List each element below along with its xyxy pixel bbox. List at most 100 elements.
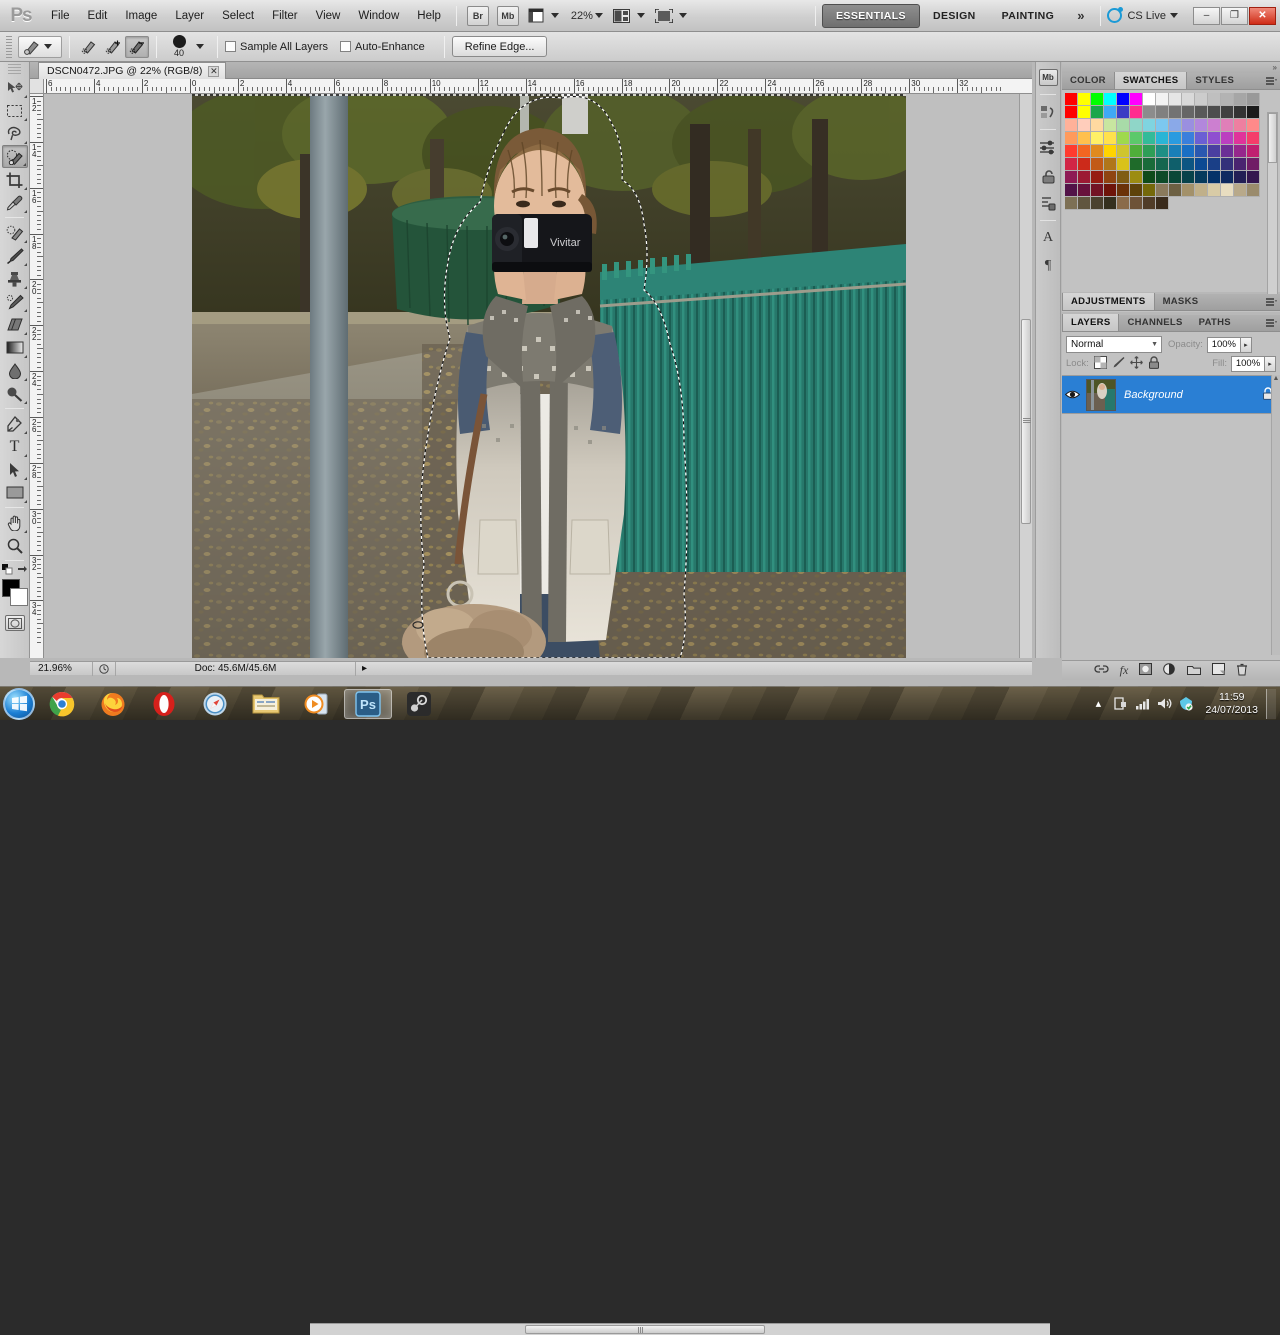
adjustments-panel-menu-icon[interactable] bbox=[1265, 293, 1277, 310]
lock-all-icon[interactable] bbox=[1148, 355, 1160, 372]
move-tool[interactable] bbox=[2, 76, 28, 99]
clone-stamp-tool[interactable] bbox=[2, 267, 28, 290]
lock-transparent-pixels-icon[interactable] bbox=[1093, 355, 1107, 372]
color-swatch[interactable] bbox=[1208, 184, 1221, 197]
eraser-tool[interactable] bbox=[2, 313, 28, 336]
taskbar-safari[interactable] bbox=[191, 689, 239, 719]
color-swatch[interactable] bbox=[1234, 158, 1247, 171]
new-layer-button[interactable] bbox=[1212, 663, 1226, 678]
layer-style-button[interactable]: fx bbox=[1120, 663, 1129, 678]
quick-mask-mode-button[interactable] bbox=[4, 615, 25, 631]
color-swatch[interactable] bbox=[1065, 93, 1078, 106]
color-swatch[interactable] bbox=[1195, 106, 1208, 119]
color-swatch[interactable] bbox=[1208, 93, 1221, 106]
action-center-icon[interactable] bbox=[1109, 696, 1131, 711]
color-swatch[interactable] bbox=[1130, 184, 1143, 197]
menu-view[interactable]: View bbox=[307, 1, 350, 31]
masks-icon[interactable] bbox=[1036, 162, 1060, 188]
color-swatch[interactable] bbox=[1091, 119, 1104, 132]
color-swatch[interactable] bbox=[1130, 145, 1143, 158]
sample-all-layers-checkbox[interactable]: Sample All Layers bbox=[225, 40, 328, 53]
adjustment-layer-button[interactable] bbox=[1163, 663, 1176, 678]
character-icon[interactable]: A bbox=[1036, 225, 1060, 251]
color-swatch[interactable] bbox=[1234, 132, 1247, 145]
auto-enhance-checkbox[interactable]: Auto-Enhance bbox=[340, 40, 425, 53]
tool-preset-picker[interactable] bbox=[18, 35, 62, 58]
color-swatch[interactable] bbox=[1117, 158, 1130, 171]
color-swatch[interactable] bbox=[1182, 106, 1195, 119]
color-swatch[interactable] bbox=[1156, 119, 1169, 132]
color-swatch[interactable] bbox=[1247, 171, 1260, 184]
color-swatch[interactable] bbox=[1065, 158, 1078, 171]
color-swatch[interactable] bbox=[1104, 158, 1117, 171]
color-swatch[interactable] bbox=[1078, 106, 1091, 119]
type-tool-flyout-icon[interactable] bbox=[23, 454, 27, 457]
new-selection-mode-button[interactable] bbox=[77, 36, 101, 58]
arrange-chevron-down-icon[interactable] bbox=[636, 13, 645, 18]
fill-stepper[interactable]: ▸ bbox=[1265, 355, 1276, 372]
color-swatch[interactable] bbox=[1221, 93, 1234, 106]
color-swatch[interactable] bbox=[1195, 93, 1208, 106]
layers-panel-menu-icon[interactable] bbox=[1265, 314, 1277, 331]
color-swatch[interactable] bbox=[1078, 132, 1091, 145]
horizontal-type-tool[interactable]: T bbox=[2, 435, 28, 458]
adjustments-icon[interactable] bbox=[1036, 134, 1060, 160]
crop-tool-flyout-icon[interactable] bbox=[23, 187, 27, 190]
color-swatch[interactable] bbox=[1234, 106, 1247, 119]
color-swatch[interactable] bbox=[1078, 197, 1091, 210]
menu-select[interactable]: Select bbox=[213, 1, 263, 31]
color-swatch[interactable] bbox=[1182, 132, 1195, 145]
color-swatch[interactable] bbox=[1143, 93, 1156, 106]
color-swatch[interactable] bbox=[1169, 119, 1182, 132]
color-swatch[interactable] bbox=[1104, 132, 1117, 145]
color-swatch[interactable] bbox=[1234, 145, 1247, 158]
menu-file[interactable]: File bbox=[42, 1, 79, 31]
dodge-tool[interactable] bbox=[2, 382, 28, 405]
close-document-icon[interactable]: ✕ bbox=[208, 65, 220, 77]
color-swatch[interactable] bbox=[1156, 145, 1169, 158]
status-zoom-value[interactable]: 21.96% bbox=[30, 663, 92, 674]
taskbar-windows-explorer[interactable] bbox=[242, 689, 290, 719]
screen-mode-chevron-down-icon[interactable] bbox=[678, 13, 687, 18]
color-swatch[interactable] bbox=[1104, 171, 1117, 184]
color-swatch[interactable] bbox=[1130, 93, 1143, 106]
color-swatch[interactable] bbox=[1065, 184, 1078, 197]
color-swatch[interactable] bbox=[1117, 93, 1130, 106]
layer-mask-button[interactable] bbox=[1139, 663, 1153, 678]
options-bar-grip[interactable] bbox=[6, 35, 12, 58]
color-swatch[interactable] bbox=[1182, 93, 1195, 106]
horizontal-scrollbar-thumb[interactable] bbox=[525, 1325, 765, 1334]
layer-name[interactable]: Background bbox=[1124, 389, 1183, 401]
cs-live-button[interactable]: CS Live bbox=[1107, 7, 1184, 23]
tab-adjustments[interactable]: ADJUSTMENTS bbox=[1062, 293, 1155, 310]
color-swatch[interactable] bbox=[1104, 106, 1117, 119]
collapse-panels-icon[interactable]: » bbox=[1273, 63, 1277, 72]
color-swatch[interactable] bbox=[1091, 158, 1104, 171]
antivirus-icon[interactable] bbox=[1175, 696, 1197, 711]
dodge-tool-flyout-icon[interactable] bbox=[23, 401, 27, 404]
color-swatches[interactable] bbox=[1, 579, 28, 609]
color-swatch[interactable] bbox=[1130, 106, 1143, 119]
blend-mode-select[interactable]: Normal ▼ bbox=[1066, 336, 1162, 353]
taskbar-opera[interactable] bbox=[140, 689, 188, 719]
taskbar-google-chrome[interactable] bbox=[38, 689, 86, 719]
menu-filter[interactable]: Filter bbox=[263, 1, 307, 31]
color-swatch[interactable] bbox=[1104, 119, 1117, 132]
canvas-vertical-scrollbar[interactable] bbox=[1019, 94, 1032, 658]
timing-icon[interactable] bbox=[92, 661, 115, 676]
gradient-tool-flyout-icon[interactable] bbox=[23, 355, 27, 358]
shape-tool-flyout-icon[interactable] bbox=[23, 500, 27, 503]
zoom-chevron-down-icon[interactable] bbox=[594, 13, 603, 18]
lasso-tool-flyout-icon[interactable] bbox=[23, 141, 27, 144]
screen-mode-icon[interactable] bbox=[652, 6, 676, 26]
color-swatch[interactable] bbox=[1234, 119, 1247, 132]
color-swatch[interactable] bbox=[1117, 106, 1130, 119]
color-swatch[interactable] bbox=[1117, 132, 1130, 145]
color-swatch[interactable] bbox=[1143, 197, 1156, 210]
color-swatch[interactable] bbox=[1208, 106, 1221, 119]
color-swatch[interactable] bbox=[1130, 197, 1143, 210]
sample-all-layers-box-icon[interactable] bbox=[225, 40, 236, 52]
color-swatch[interactable] bbox=[1091, 132, 1104, 145]
color-swatch[interactable] bbox=[1247, 106, 1260, 119]
color-swatch[interactable] bbox=[1078, 145, 1091, 158]
